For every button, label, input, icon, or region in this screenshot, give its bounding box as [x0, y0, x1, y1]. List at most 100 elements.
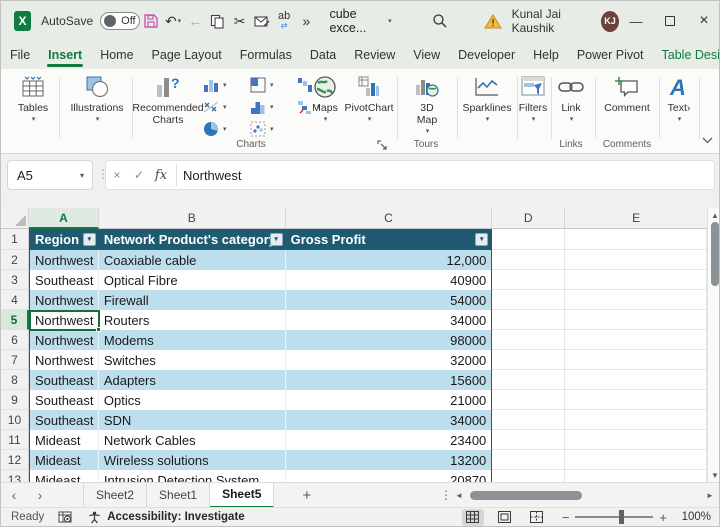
zoom-out-button[interactable]: − [562, 510, 570, 525]
illustrations-button[interactable]: Illustrations ▾ [65, 73, 129, 123]
filter-button-category[interactable]: ▾ [270, 233, 283, 246]
cell-gross-profit[interactable]: 34000 [286, 410, 493, 430]
cell-region[interactable]: Mideast [29, 450, 99, 470]
tab-page-layout[interactable]: Page Layout [143, 41, 231, 69]
cell-gross-profit[interactable]: 40900 [286, 270, 493, 290]
cell-empty[interactable] [565, 470, 707, 482]
scroll-down-icon[interactable]: ▼ [708, 471, 720, 480]
tables-button[interactable]: Tables ▾ [11, 73, 55, 123]
scroll-up-icon[interactable]: ▲ [708, 211, 720, 220]
translate-button[interactable]: ab ⇄ [273, 8, 295, 34]
cell-region[interactable]: Northwest [29, 250, 99, 270]
cell-region[interactable]: Northwest [29, 330, 99, 350]
row-header-11[interactable]: 11 [1, 430, 29, 450]
cell-region[interactable]: Southeast [29, 390, 99, 410]
cell-empty[interactable] [565, 310, 707, 330]
cell-gross-profit[interactable]: 21000 [286, 390, 493, 410]
insert-hierarchy-chart-button[interactable]: ▾ [250, 75, 288, 95]
cell-empty[interactable] [492, 370, 565, 390]
cell-category[interactable]: Optics [99, 390, 286, 410]
user-name[interactable]: Kunal Jai Kaushik [512, 7, 594, 35]
row-header-2[interactable]: 2 [1, 250, 29, 270]
charts-dialog-launcher[interactable] [377, 137, 387, 155]
horizontal-scrollbar[interactable]: ◄ ► [452, 491, 717, 500]
column-header-e[interactable]: E [565, 208, 707, 229]
text-button[interactable]: A Text› ▾ [661, 73, 697, 123]
cell-empty[interactable] [492, 470, 565, 482]
select-all-button[interactable] [1, 208, 29, 229]
row-header-1[interactable]: 1 [1, 229, 29, 250]
cell-empty[interactable] [492, 350, 565, 370]
cell-gross-profit[interactable]: 12,000 [286, 250, 493, 270]
cell-empty[interactable] [565, 290, 707, 310]
cell-empty[interactable] [565, 370, 707, 390]
cell-category[interactable]: Wireless solutions [99, 450, 286, 470]
column-header-c[interactable]: C [286, 208, 493, 229]
cell-category[interactable]: Adapters [99, 370, 286, 390]
tab-developer[interactable]: Developer [449, 41, 524, 69]
cell-e1[interactable] [565, 229, 707, 250]
cell-region[interactable]: Mideast [29, 470, 99, 482]
insert-scatter-chart-button[interactable]: ▾ [203, 97, 241, 117]
cell-gross-profit[interactable]: 54000 [286, 290, 493, 310]
tab-data[interactable]: Data [301, 41, 345, 69]
cell-category[interactable]: Firewall [99, 290, 286, 310]
cell-d1[interactable] [492, 229, 565, 250]
tab-power-pivot[interactable]: Power Pivot [568, 41, 653, 69]
sheet-tab-sheet2[interactable]: Sheet2 [83, 483, 147, 508]
cell-category[interactable]: Network Cables [99, 430, 286, 450]
insert-function-button[interactable]: fx [150, 168, 172, 183]
tab-file[interactable]: File [1, 41, 39, 69]
cell-empty[interactable] [492, 330, 565, 350]
cell-empty[interactable] [565, 410, 707, 430]
zoom-in-button[interactable]: + [659, 510, 667, 525]
column-header-b[interactable]: B [99, 208, 286, 229]
formula-bar[interactable]: × ✓ fx Northwest [105, 160, 715, 190]
fill-handle[interactable] [96, 327, 101, 332]
cut-button[interactable]: ✂ [229, 8, 251, 34]
cell-empty[interactable] [565, 390, 707, 410]
3d-map-button[interactable]: 3D Map ▾ [403, 73, 451, 135]
row-header-9[interactable]: 9 [1, 390, 29, 410]
header-category[interactable]: Network Product's category ▾ [99, 229, 286, 250]
formula-value[interactable]: Northwest [183, 168, 242, 183]
tab-help[interactable]: Help [524, 41, 568, 69]
tab-formulas[interactable]: Formulas [231, 41, 301, 69]
cell-region[interactable]: Southeast [29, 370, 99, 390]
row-header-6[interactable]: 6 [1, 330, 29, 350]
cell-category[interactable]: Coaxiable cable [99, 250, 286, 270]
sparklines-button[interactable]: Sparklines ▾ [459, 73, 515, 123]
collapse-ribbon-button[interactable] [702, 131, 713, 149]
save-button[interactable] [140, 8, 162, 34]
cell-gross-profit[interactable]: 15600 [286, 370, 493, 390]
cell-region[interactable]: Southeast [29, 270, 99, 290]
scroll-left-icon[interactable]: ◄ [452, 491, 466, 500]
copy-button[interactable] [206, 8, 228, 34]
scroll-right-icon[interactable]: ► [703, 491, 717, 500]
page-break-view-button[interactable] [526, 509, 548, 526]
zoom-slider-thumb[interactable] [619, 510, 624, 524]
cell-empty[interactable] [565, 270, 707, 290]
email-button[interactable] [251, 8, 273, 34]
macro-record-button[interactable] [58, 511, 72, 524]
cell-empty[interactable] [565, 350, 707, 370]
cell-empty[interactable] [492, 270, 565, 290]
cell-category[interactable]: SDN [99, 410, 286, 430]
horizontal-scrollbar-thumb[interactable] [470, 491, 582, 500]
cell-empty[interactable] [565, 250, 707, 270]
cell-region[interactable]: Northwest [29, 350, 99, 370]
tab-home[interactable]: Home [91, 41, 142, 69]
filter-button-region[interactable]: ▾ [83, 233, 96, 246]
sheet-tab-sheet1[interactable]: Sheet1 [147, 483, 210, 508]
warning-button[interactable] [484, 14, 502, 29]
row-header-4[interactable]: 4 [1, 290, 29, 310]
maps-button[interactable]: Maps ▾ [307, 73, 343, 123]
cell-region[interactable]: Northwest [29, 290, 99, 310]
tab-insert[interactable]: Insert [39, 41, 91, 69]
sheet-nav-right-icon[interactable]: › [27, 487, 53, 503]
cancel-button[interactable]: × [106, 168, 128, 182]
column-header-a[interactable]: A [29, 208, 99, 229]
name-box[interactable]: A5 ▾ [7, 160, 93, 190]
avatar[interactable]: KJ [601, 11, 619, 32]
vertical-scrollbar[interactable]: ▲ ▼ [707, 208, 720, 482]
